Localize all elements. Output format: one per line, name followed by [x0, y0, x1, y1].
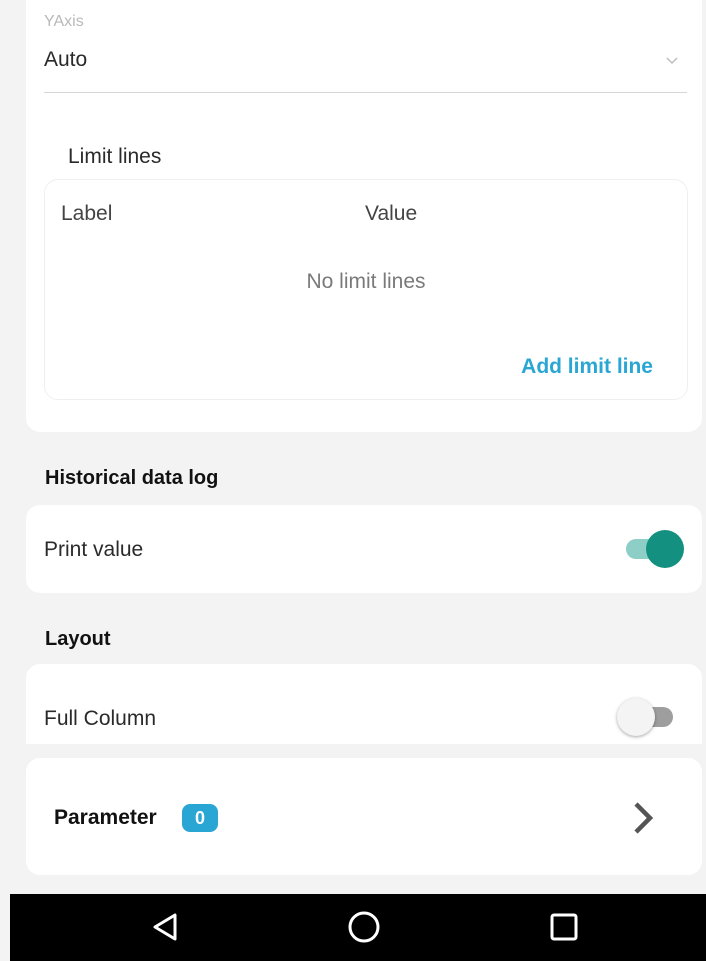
limit-lines-title: Limit lines [68, 145, 162, 168]
system-navigation-bar [10, 894, 706, 961]
add-limit-line-button[interactable]: Add limit line [521, 355, 653, 379]
full-column-toggle[interactable] [617, 697, 677, 737]
app-screen: YAxis Auto Limit lines Label Value No li… [0, 0, 706, 961]
yaxis-selected-value: Auto [44, 48, 88, 71]
parameter-label: Parameter [54, 806, 157, 829]
parameter-panel-button[interactable]: Parameter 0 [26, 758, 702, 875]
historical-data-log-title: Historical data log [45, 467, 219, 489]
nav-recents-button[interactable] [524, 894, 604, 961]
toggle-thumb [646, 530, 684, 568]
column-header-label: Label [61, 202, 113, 225]
print-value-toggle[interactable] [624, 529, 684, 569]
home-circle-icon [348, 911, 380, 943]
yaxis-label: YAxis [44, 13, 84, 30]
limit-lines-table: Label Value No limit lines Add limit lin… [44, 179, 688, 400]
print-value-row: Print value [26, 505, 702, 593]
parameter-count-badge: 0 [182, 804, 218, 832]
nav-back-button[interactable] [126, 894, 206, 961]
recents-square-icon [550, 913, 578, 941]
chevron-right-icon [634, 802, 654, 834]
nav-home-button[interactable] [324, 894, 404, 961]
empty-state-text: No limit lines [306, 270, 426, 293]
toggle-thumb [617, 698, 655, 736]
full-column-row: Full Column [26, 664, 702, 744]
chevron-down-icon [666, 57, 678, 65]
print-value-label: Print value [44, 538, 144, 561]
yaxis-select[interactable]: Auto [44, 40, 687, 93]
layout-title: Layout [45, 628, 111, 650]
column-header-value: Value [365, 202, 418, 225]
back-triangle-icon [153, 913, 177, 941]
full-column-label: Full Column [44, 707, 157, 730]
